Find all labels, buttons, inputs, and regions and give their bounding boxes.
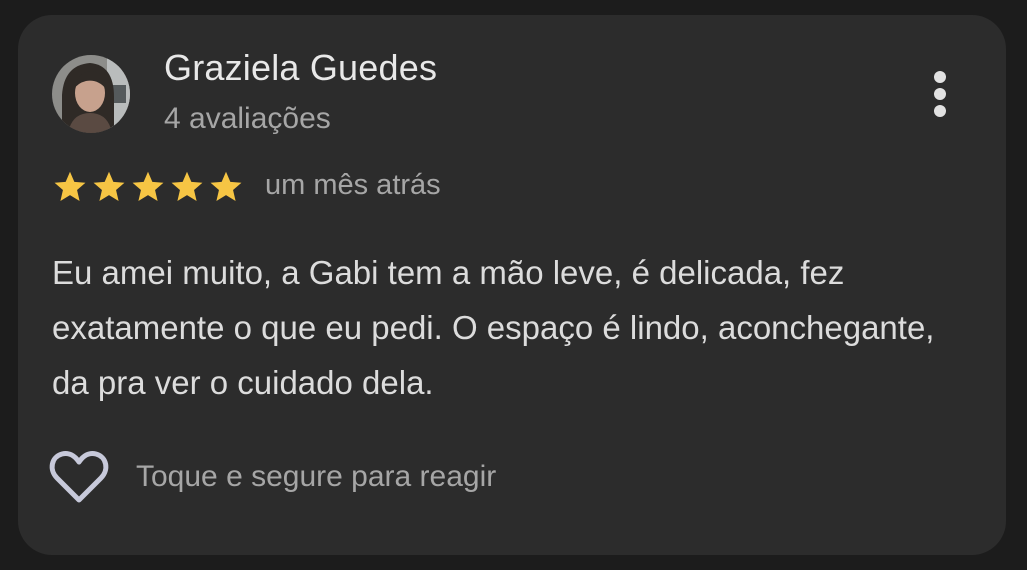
star-icon (93, 171, 125, 201)
react-button[interactable]: Toque e segure para reagir (48, 447, 496, 507)
more-options-button[interactable] (922, 65, 958, 125)
react-hint-label: Toque e segure para reagir (136, 460, 497, 493)
star-icon (210, 171, 242, 201)
review-time: um mês atrás (265, 169, 441, 201)
more-vert-icon (934, 71, 946, 117)
avatar[interactable] (52, 55, 130, 133)
star-icon (171, 171, 203, 201)
star-icon (54, 171, 86, 201)
review-card: Graziela Guedes 4 avaliações um mês atrá… (18, 15, 1006, 555)
heart-outline-icon (49, 451, 109, 503)
author-name[interactable]: Graziela Guedes (164, 47, 437, 89)
star-icon (132, 171, 164, 201)
review-text: Eu amei muito, a Gabi tem a mão leve, é … (52, 254, 935, 401)
star-rating (52, 169, 244, 205)
avatar-photo (52, 55, 130, 133)
author-review-count: 4 avaliações (164, 102, 331, 135)
